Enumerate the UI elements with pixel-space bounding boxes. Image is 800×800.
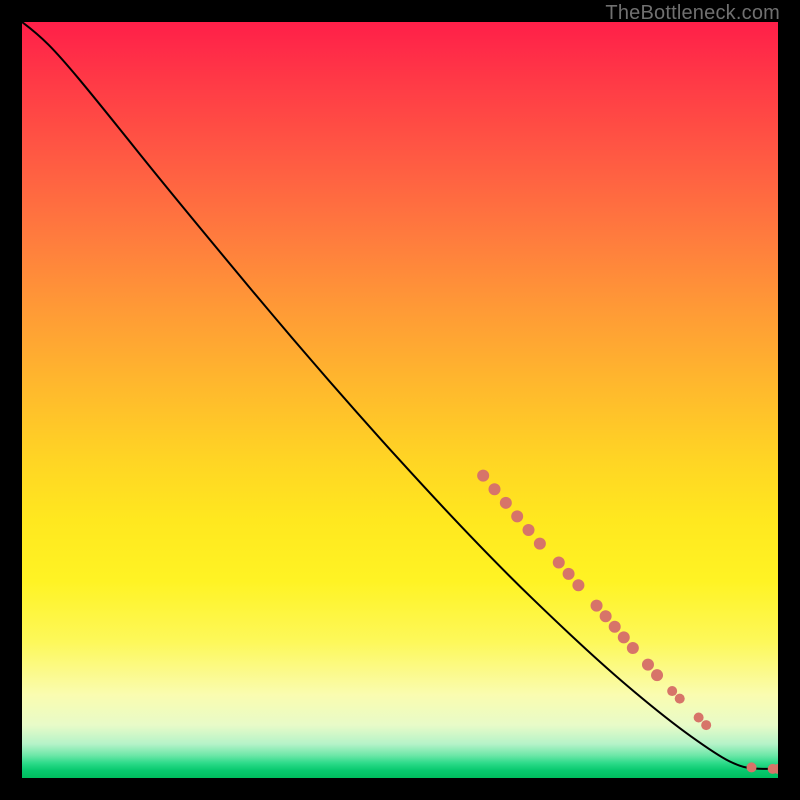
- chart-plot-area: [22, 22, 778, 778]
- data-marker: [477, 470, 489, 482]
- data-markers: [477, 470, 778, 774]
- data-marker: [523, 524, 535, 536]
- data-marker: [694, 713, 704, 723]
- data-marker: [667, 686, 677, 696]
- data-marker: [651, 669, 663, 681]
- chart-svg-layer: [22, 22, 778, 778]
- data-marker: [563, 568, 575, 580]
- data-marker: [618, 631, 630, 643]
- data-marker: [534, 538, 546, 550]
- data-marker: [675, 694, 685, 704]
- data-marker: [747, 762, 757, 772]
- chart-stage: TheBottleneck.com: [0, 0, 800, 800]
- bottleneck-curve: [22, 22, 778, 769]
- data-marker: [489, 483, 501, 495]
- data-marker: [591, 600, 603, 612]
- data-marker: [572, 579, 584, 591]
- data-marker: [701, 720, 711, 730]
- data-marker: [627, 642, 639, 654]
- data-marker: [500, 497, 512, 509]
- data-marker: [609, 621, 621, 633]
- data-marker: [642, 659, 654, 671]
- data-marker: [553, 557, 565, 569]
- data-marker: [511, 510, 523, 522]
- data-marker: [600, 610, 612, 622]
